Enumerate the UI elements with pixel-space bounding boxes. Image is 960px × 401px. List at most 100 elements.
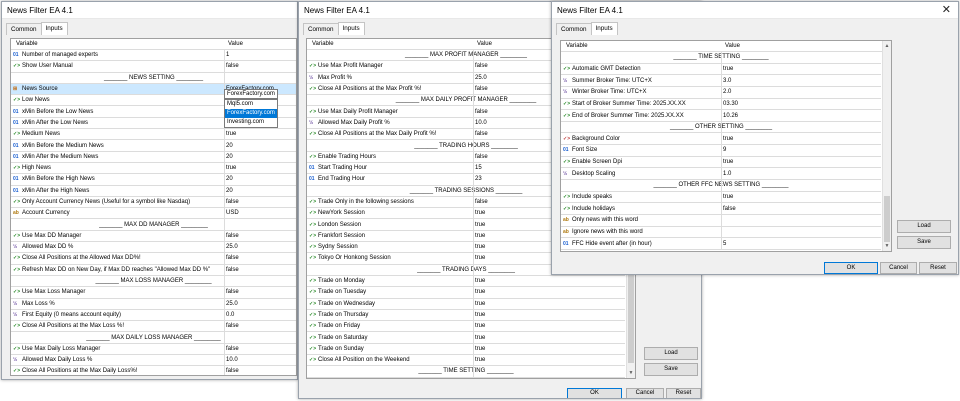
- parameter-row[interactable]: ✓> Close All Positions at the Allowed Max…: [11, 253, 296, 265]
- parameter-row[interactable]: ✓> Use Max Loss Manager false: [11, 287, 296, 299]
- parameter-row[interactable]: ✓> Include holidays false: [561, 203, 881, 215]
- parameter-value[interactable]: true: [475, 210, 485, 216]
- parameter-value[interactable]: 25.0: [226, 244, 238, 250]
- parameter-value[interactable]: true: [723, 194, 733, 200]
- parameter-value[interactable]: false: [226, 368, 239, 374]
- parameter-value[interactable]: 2.0: [723, 89, 731, 95]
- tab-common[interactable]: Common: [303, 23, 339, 35]
- load-button[interactable]: Load: [644, 347, 698, 360]
- parameter-value[interactable]: 20: [226, 143, 233, 149]
- parameter-value[interactable]: true: [475, 357, 485, 363]
- parameter-value[interactable]: false: [226, 255, 239, 261]
- parameter-row[interactable]: ✓> Close All Position on the Weekend true: [307, 355, 625, 367]
- parameter-row[interactable]: ½ Max Loss % 25.0: [11, 298, 296, 310]
- parameter-value[interactable]: true: [475, 222, 485, 228]
- parameter-value[interactable]: false: [475, 109, 488, 115]
- parameter-value[interactable]: 15: [475, 165, 482, 171]
- parameter-row[interactable]: 01 xMin After the High News 20: [11, 185, 296, 197]
- parameter-row[interactable]: ✓> Show User Manual false: [11, 61, 296, 73]
- scroll-thumb[interactable]: [884, 196, 890, 242]
- vertical-scrollbar[interactable]: ▲ ▼: [882, 41, 891, 251]
- parameter-value[interactable]: false: [475, 86, 488, 92]
- parameter-row[interactable]: ab Ignore news with this word: [561, 226, 881, 239]
- parameter-value[interactable]: true: [475, 301, 485, 307]
- parameter-row[interactable]: ½ Summer Broker Time: UTC+X 3.0: [561, 75, 881, 87]
- parameter-value[interactable]: false: [226, 323, 239, 329]
- parameter-value[interactable]: false: [226, 63, 239, 69]
- parameter-row[interactable]: ✓> Only Account Currency News (Useful for…: [11, 196, 296, 209]
- parameter-value[interactable]: true: [723, 66, 733, 72]
- tab-inputs[interactable]: Inputs: [590, 22, 618, 35]
- parameter-row[interactable]: 01 xMin Before the Medium News 20: [11, 140, 296, 152]
- parameter-value[interactable]: 3.0: [723, 78, 731, 84]
- parameter-value[interactable]: true: [226, 165, 236, 171]
- parameter-row[interactable]: 01 xMin Before the High News 20: [11, 174, 296, 186]
- parameter-value[interactable]: 10.0: [226, 357, 238, 363]
- parameter-row[interactable]: ✓> Trade on Wednesday true: [307, 298, 625, 310]
- parameter-value[interactable]: false: [226, 199, 239, 205]
- parameter-value[interactable]: false: [475, 154, 488, 160]
- parameter-value[interactable]: false: [723, 206, 736, 212]
- parameter-value[interactable]: true: [723, 159, 733, 165]
- parameter-row[interactable]: ✓> Close All Positions at the Max Loss %!…: [11, 321, 296, 333]
- parameter-row[interactable]: ✓> Refresh Max DD on New Day, if Max DD r…: [11, 264, 296, 276]
- parameter-value[interactable]: true: [475, 323, 485, 329]
- parameter-value[interactable]: true: [475, 244, 485, 250]
- parameter-row[interactable]: ½ Allowed Max DD % 25.0: [11, 242, 296, 254]
- parameter-row[interactable]: ✓> Use Max DD Manager false: [11, 230, 296, 243]
- parameter-value[interactable]: 9: [723, 147, 726, 153]
- parameter-value[interactable]: 20: [226, 188, 233, 194]
- parameter-row[interactable]: ✓> High News true: [11, 162, 296, 175]
- parameter-value[interactable]: 10.26: [723, 113, 738, 119]
- parameter-row[interactable]: ✓> End of Broker Summer Time: 2025.XX.XX 1…: [561, 110, 881, 122]
- parameter-value[interactable]: 1.0: [723, 171, 731, 177]
- ok-button[interactable]: OK: [824, 262, 878, 274]
- parameter-value[interactable]: true: [475, 335, 485, 341]
- dropdown-option-forexfactory[interactable]: ForexFactory.com: [225, 109, 277, 118]
- parameter-value[interactable]: true: [226, 131, 236, 137]
- reset-button[interactable]: Reset: [666, 388, 701, 398]
- parameter-row[interactable]: ✓> Trade on Thursday true: [307, 309, 625, 322]
- parameter-row[interactable]: ✓> Include speaks true: [561, 191, 881, 204]
- parameter-value[interactable]: true: [475, 289, 485, 295]
- parameter-value[interactable]: 20: [226, 154, 233, 160]
- parameter-value[interactable]: 25.0: [226, 301, 238, 307]
- parameter-row[interactable]: ✓> Background Color true: [561, 133, 881, 146]
- reset-button[interactable]: Reset: [919, 262, 957, 274]
- parameter-value[interactable]: true: [475, 278, 485, 284]
- parameter-value[interactable]: false: [475, 199, 488, 205]
- parameter-row[interactable]: ½ Desktop Scaling 1.0: [561, 168, 881, 181]
- save-button[interactable]: Save: [644, 363, 698, 376]
- parameter-row[interactable]: ½ First Equity (0 means account equity) 0.…: [11, 309, 296, 322]
- parameter-value[interactable]: 1: [226, 52, 229, 58]
- tab-common[interactable]: Common: [556, 23, 592, 35]
- scroll-down-arrow[interactable]: ▼: [627, 368, 635, 378]
- dropdown-option-mql5[interactable]: Mql5.com: [225, 100, 277, 109]
- ok-button[interactable]: OK: [567, 388, 622, 398]
- parameter-value[interactable]: false: [226, 346, 239, 352]
- parameter-value[interactable]: 10.0: [475, 120, 487, 126]
- scroll-up-arrow[interactable]: ▲: [883, 41, 891, 51]
- parameter-value[interactable]: false: [475, 131, 488, 137]
- parameter-row[interactable]: ✓> Automatic GMT Detection true: [561, 63, 881, 76]
- cancel-button[interactable]: Cancel: [880, 262, 917, 274]
- parameter-value[interactable]: false: [226, 267, 239, 273]
- parameter-row[interactable]: ✓> Trade on Sunday true: [307, 343, 625, 356]
- parameter-row[interactable]: ½ Winter Broker Time: UTC+X 2.0: [561, 86, 881, 99]
- parameter-value[interactable]: true: [475, 233, 485, 239]
- scroll-down-arrow[interactable]: ▼: [883, 241, 891, 251]
- tab-inputs[interactable]: Inputs: [337, 22, 365, 35]
- parameter-row[interactable]: ✓> Trade on Tuesday true: [307, 287, 625, 299]
- parameter-row[interactable]: 01 FFC Hide event after (in hour) 5: [561, 238, 881, 250]
- parameter-row[interactable]: ½ Allowed Max Daily Loss % 10.0: [11, 355, 296, 367]
- parameter-value[interactable]: true: [723, 136, 733, 142]
- parameter-value[interactable]: 5: [723, 241, 726, 247]
- parameter-value[interactable]: 20: [226, 176, 233, 182]
- parameter-row[interactable]: ab Only news with this word: [561, 214, 881, 227]
- parameter-value[interactable]: false: [475, 63, 488, 69]
- parameter-row[interactable]: ✓> Enable Screen Dpi true: [561, 156, 881, 169]
- parameter-value[interactable]: false: [226, 289, 239, 295]
- news-source-combo[interactable]: ForexFactory.com: [224, 89, 278, 99]
- parameter-row[interactable]: 01 xMin After the Medium News 20: [11, 151, 296, 163]
- parameter-value[interactable]: true: [475, 346, 485, 352]
